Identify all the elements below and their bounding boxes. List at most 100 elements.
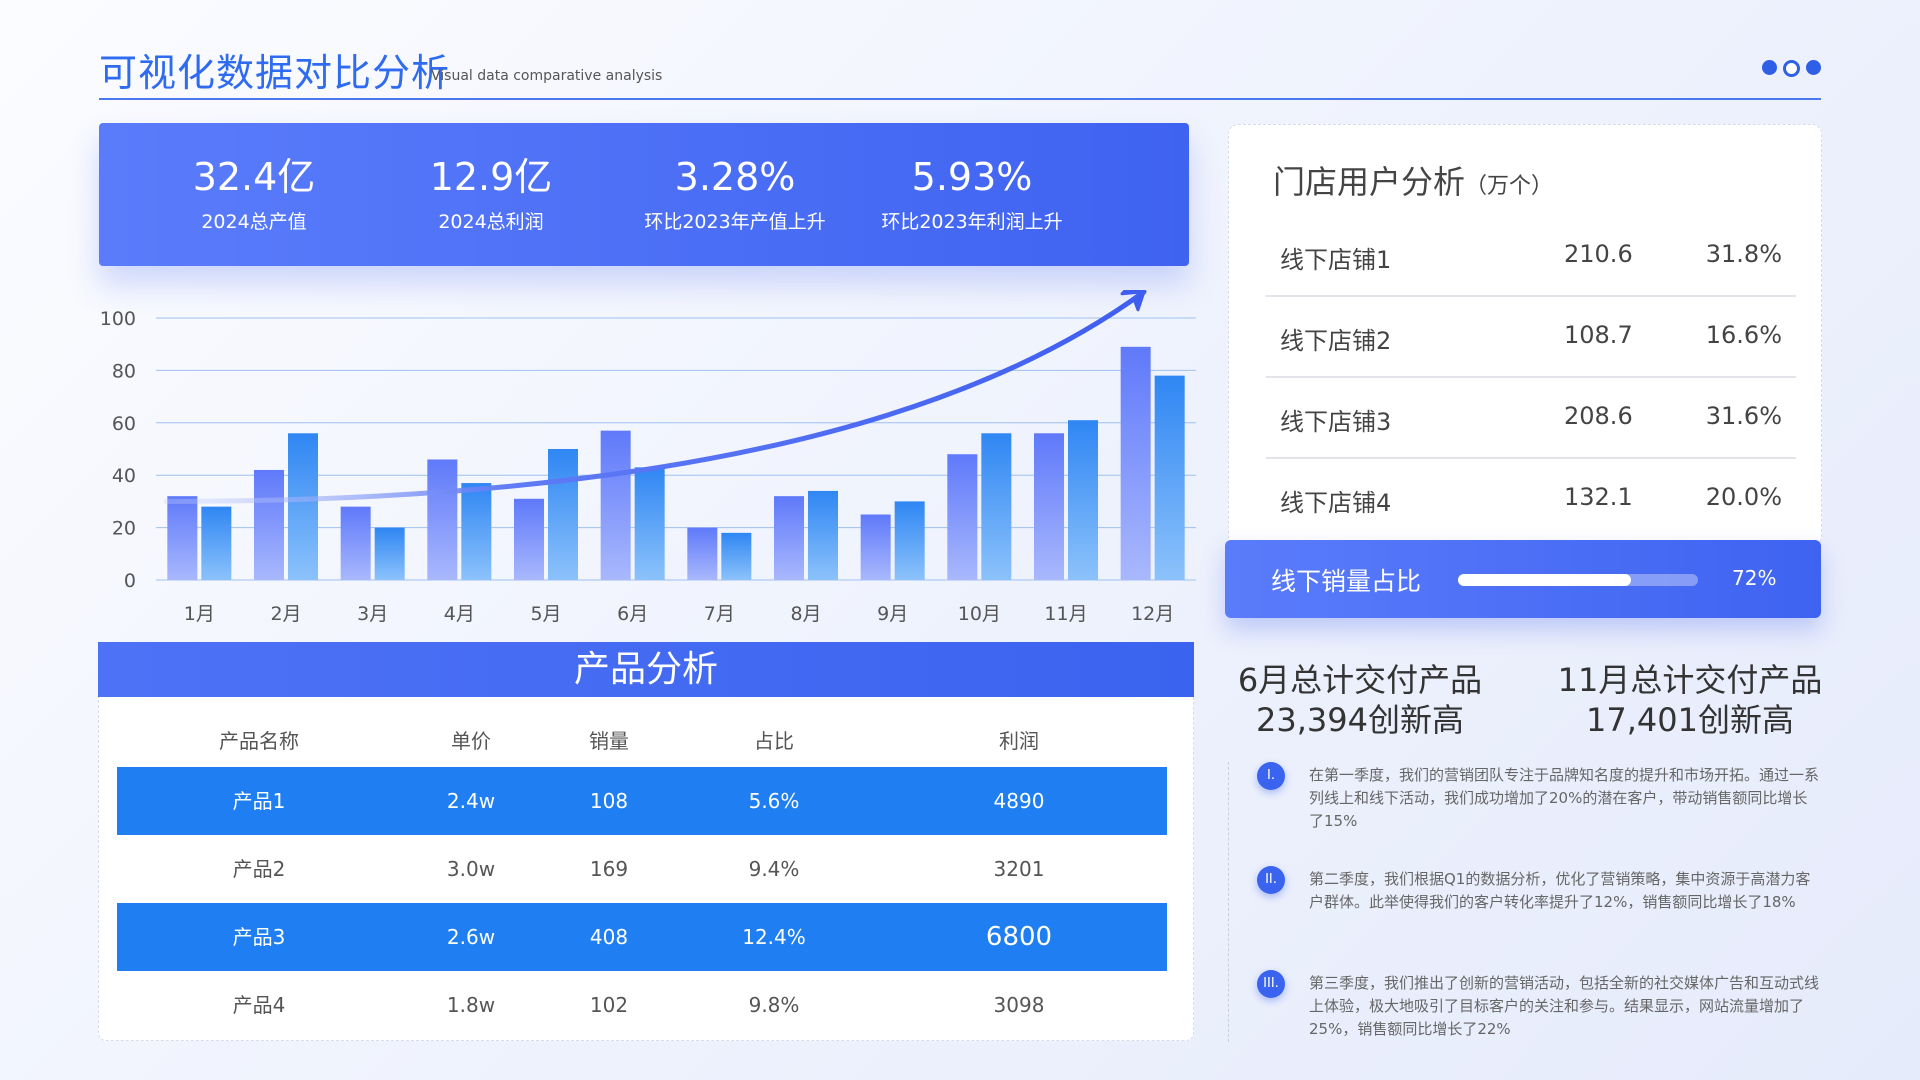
page-subtitle: Visual data comparative analysis <box>431 68 663 84</box>
dot-2 <box>1783 60 1800 77</box>
kpi-profit-growth: 5.93% 环比2023年利润上升 <box>862 153 1082 234</box>
table-row[interactable]: 产品4 1.8w 102 9.8% 3098 <box>117 971 1167 1039</box>
monthly-bar-chart: 0 20 40 60 80 100 1月 2月 3月 4月 5月 6月 7月 8月 9月 10月 11月 12月 <box>92 290 1204 630</box>
page-title: 可视化数据对比分析 <box>99 51 451 95</box>
highlight-line2: 23,394创新高 <box>1256 701 1464 739</box>
col-header-price: 单价 <box>451 729 491 753</box>
x-tick-label: 1月 <box>184 603 215 625</box>
x-tick-label: 3月 <box>357 603 388 625</box>
store-title-text: 门店用户分析 <box>1273 163 1466 201</box>
header: 可视化数据对比分析 Visual data comparative analys… <box>99 42 1821 100</box>
x-tick-label: 6月 <box>617 603 648 625</box>
cell-profit: 3098 <box>993 993 1045 1017</box>
bar <box>634 467 665 580</box>
sales-share-percent: 72% <box>1732 566 1777 590</box>
kpi-output-growth: 3.28% 环比2023年产值上升 <box>625 153 845 234</box>
bar <box>860 514 891 580</box>
store-row: 线下店铺1 210.6 31.8% <box>1266 215 1796 297</box>
cell-sales: 108 <box>589 789 629 813</box>
bar <box>254 469 284 580</box>
store-pct: 20.0% <box>1705 483 1782 511</box>
bar <box>600 430 631 580</box>
table-row[interactable]: 产品1 2.4w 108 5.6% 4890 <box>117 767 1167 835</box>
bar <box>548 449 578 580</box>
progress-track <box>1458 574 1698 586</box>
y-tick-label: 60 <box>112 413 136 435</box>
y-tick-label: 0 <box>124 570 136 592</box>
bar <box>981 433 1012 580</box>
x-tick-label: 10月 <box>958 603 1001 625</box>
bar <box>461 483 492 580</box>
bar <box>201 506 232 580</box>
cell-profit: 4890 <box>993 789 1045 813</box>
y-tick-label: 20 <box>112 518 136 540</box>
store-title: 门店用户分析（万个） <box>1273 157 1553 203</box>
chart-svg: 0 20 40 60 80 100 1月 2月 3月 4月 5月 6月 7月 8月 9月 10月 11月 12月 <box>100 290 1196 625</box>
y-tick-label: 40 <box>112 465 136 487</box>
x-tick-label: 12月 <box>1131 603 1174 625</box>
highlight-line1: 11月总计交付产品 <box>1557 661 1823 699</box>
dot-1 <box>1762 60 1777 75</box>
cell-name: 产品1 <box>232 789 286 813</box>
kpi-value: 32.4亿 <box>192 155 316 199</box>
dot-3 <box>1806 60 1821 75</box>
kpi-label: 2024总利润 <box>438 211 544 233</box>
bar <box>774 496 804 580</box>
store-pct: 16.6% <box>1705 321 1782 349</box>
store-value: 208.6 <box>1564 402 1633 430</box>
cell-name: 产品4 <box>232 993 286 1017</box>
cell-sales: 169 <box>589 857 629 881</box>
bar <box>427 459 458 580</box>
store-row: 线下店铺3 208.6 31.6% <box>1266 377 1796 459</box>
col-header-profit: 利润 <box>999 729 1039 753</box>
highlight-line1: 6月总计交付产品 <box>1237 661 1483 699</box>
cell-sales: 408 <box>589 925 629 949</box>
bar <box>167 496 198 580</box>
note-text: 第三季度，我们推出了创新的营销活动，包括全新的社交媒体广告和互动式线上体验，极大… <box>1309 974 1820 1038</box>
x-tick-label: 2月 <box>270 603 301 625</box>
kpi-total-output: 32.4亿 2024总产值 <box>144 153 364 234</box>
bar <box>1154 375 1185 580</box>
store-name: 线下店铺2 <box>1280 327 1392 355</box>
numeral-badge: III. <box>1257 970 1285 998</box>
bar <box>1068 420 1098 580</box>
note-text: 第二季度，我们根据Q1的数据分析，优化了营销策略，集中资源于高潜力客户群体。此举… <box>1309 870 1811 911</box>
offline-sales-share-bar: 线下销量占比 72% <box>1225 540 1821 618</box>
col-header-sales: 销量 <box>589 729 629 753</box>
store-value: 108.7 <box>1564 321 1633 349</box>
cell-share: 5.6% <box>748 789 800 813</box>
col-header-name: 产品名称 <box>219 729 299 753</box>
x-tick-label: 5月 <box>530 603 561 625</box>
kpi-value: 3.28% <box>674 155 796 199</box>
table-row[interactable]: 产品3 2.6w 408 12.4% 6800 <box>117 903 1167 971</box>
store-name: 线下店铺4 <box>1280 489 1392 517</box>
bar <box>894 501 925 580</box>
store-name: 线下店铺1 <box>1280 246 1392 274</box>
kpi-value: 12.9亿 <box>429 155 553 199</box>
note-text: 在第一季度，我们的营销团队专注于品牌知名度的提升和市场开拓。通过一系列线上和线下… <box>1309 766 1820 830</box>
col-header-share: 占比 <box>754 729 794 753</box>
table-row[interactable]: 产品2 3.0w 169 9.4% 3201 <box>117 835 1167 903</box>
x-tick-label: 4月 <box>444 603 475 625</box>
cell-price: 1.8w <box>446 993 496 1017</box>
cell-share: 9.4% <box>748 857 800 881</box>
cell-price: 3.0w <box>446 857 496 881</box>
store-user-card: 门店用户分析（万个） 线下店铺1 210.6 31.8% 线下店铺2 108.7… <box>1228 124 1822 546</box>
highlight-june: 6月总计交付产品 23,394创新高 <box>1210 660 1510 740</box>
bar <box>1120 346 1151 580</box>
y-tick-label: 80 <box>112 360 136 382</box>
store-value: 132.1 <box>1564 483 1633 511</box>
bar <box>514 498 544 580</box>
store-unit: （万个） <box>1465 174 1554 199</box>
cell-price: 2.4w <box>446 789 496 813</box>
x-tick-label: 7月 <box>704 603 735 625</box>
bar <box>721 532 752 580</box>
store-pct: 31.8% <box>1705 240 1782 268</box>
cell-price: 2.6w <box>446 925 496 949</box>
x-tick-label: 11月 <box>1044 603 1087 625</box>
x-tick-label: 8月 <box>790 603 821 625</box>
numeral-badge: II. <box>1257 866 1285 894</box>
kpi-label: 环比2023年产值上升 <box>644 211 826 233</box>
product-table: 产品名称 单价 销量 占比 利润 产品1 2.4w 108 5.6% 4890 … <box>98 697 1194 1041</box>
highlight-line2: 17,401创新高 <box>1586 701 1794 739</box>
